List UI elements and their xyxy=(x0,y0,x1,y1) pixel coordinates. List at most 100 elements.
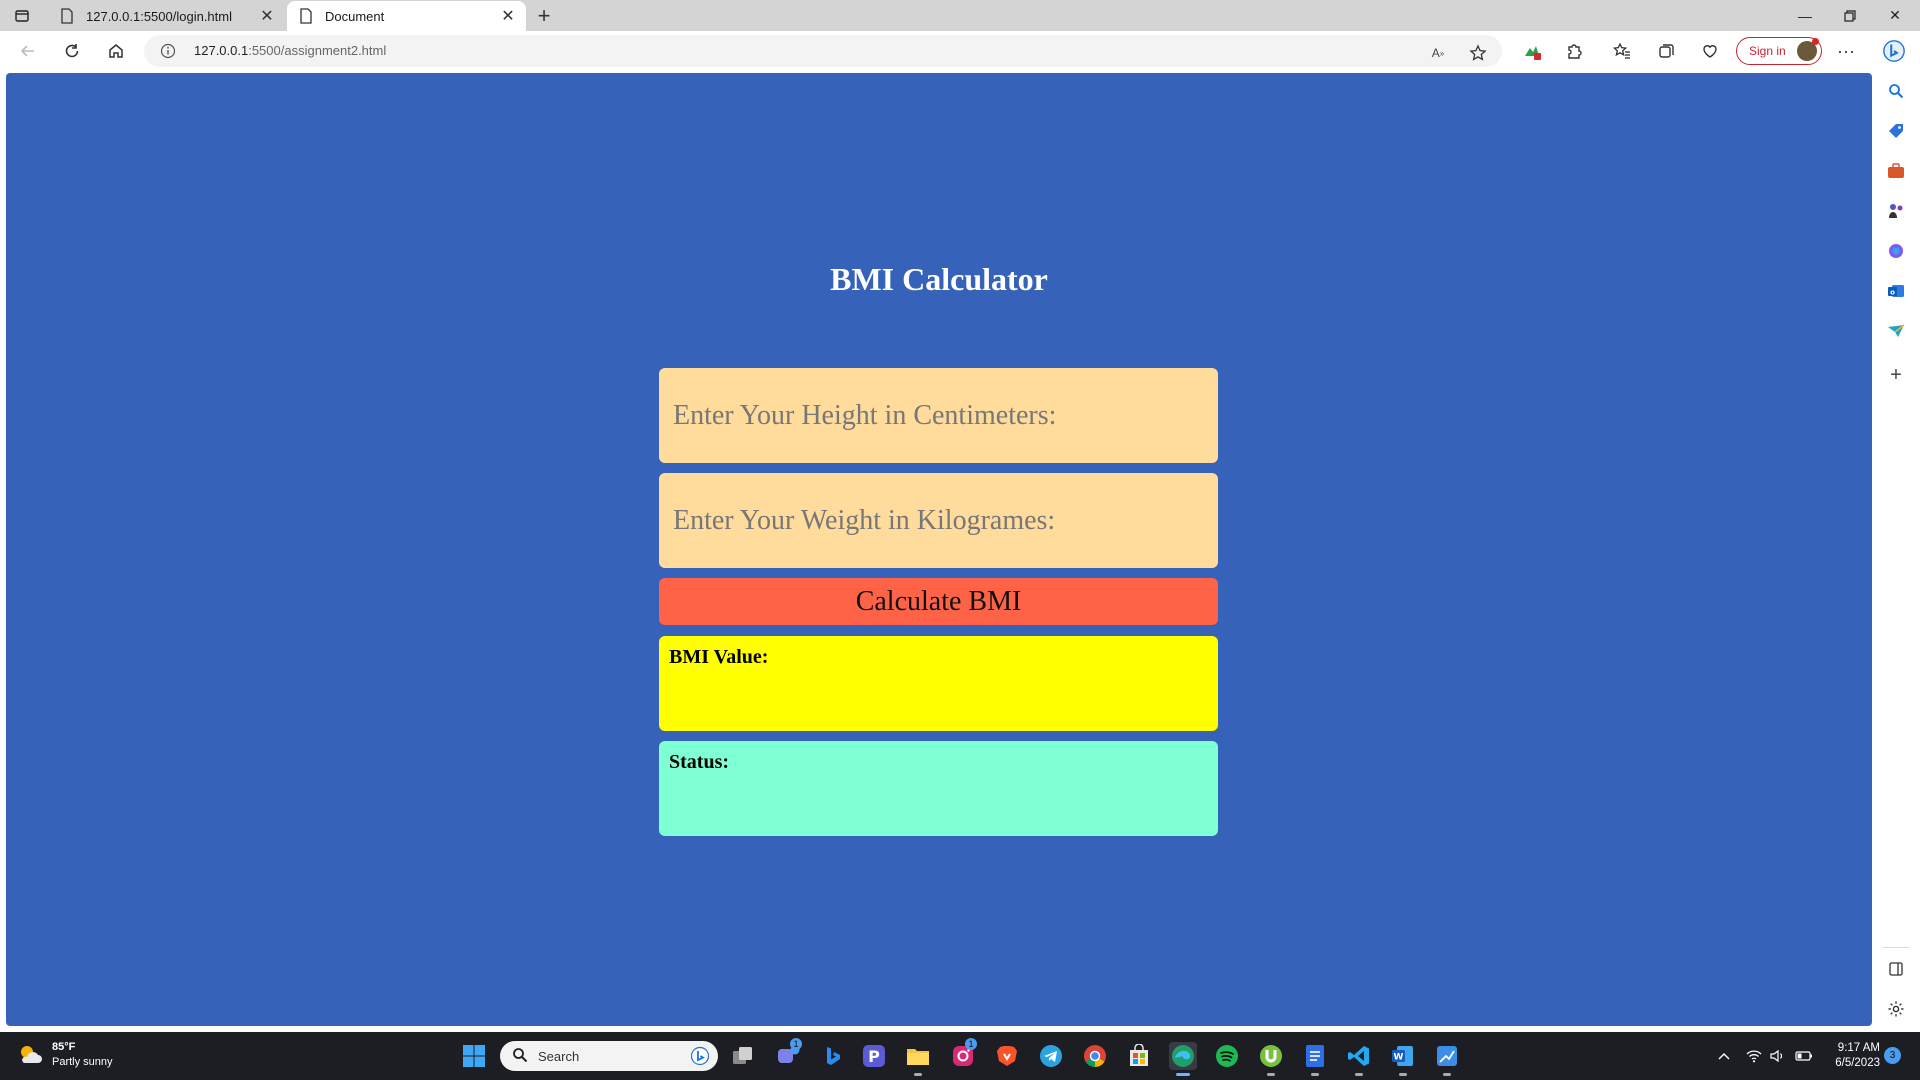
pycharm-app-icon[interactable]: P xyxy=(860,1042,888,1070)
teams-chat-icon[interactable]: 1 xyxy=(774,1038,802,1070)
notification-count-badge[interactable]: 3 xyxy=(1884,1047,1901,1064)
svg-text:W: W xyxy=(1394,1053,1404,1063)
sign-in-button[interactable]: Sign in xyxy=(1736,37,1822,65)
windows-taskbar: 85°F Partly sunny Search 1 P 1 W 9:17 AM… xyxy=(0,1032,1920,1080)
close-icon[interactable]: ✕ xyxy=(500,8,516,25)
restore-button[interactable] xyxy=(1828,0,1872,31)
favorite-star-icon[interactable] xyxy=(1468,43,1488,63)
back-icon[interactable] xyxy=(16,39,40,63)
task-view-icon[interactable] xyxy=(729,1042,757,1070)
teams-badge: 1 xyxy=(790,1038,802,1050)
running-indicator xyxy=(1355,1073,1363,1076)
wifi-icon[interactable] xyxy=(1744,1046,1764,1066)
url-path: :5500/assignment2.html xyxy=(248,43,387,58)
edge-browser-icon[interactable] xyxy=(1169,1042,1197,1076)
paint-app-icon[interactable] xyxy=(1433,1042,1461,1076)
more-menu-icon[interactable]: ··· xyxy=(1834,39,1858,63)
favorites-icon[interactable] xyxy=(1610,39,1634,63)
performance-icon[interactable] xyxy=(1698,39,1722,63)
extension-icon[interactable] xyxy=(1520,39,1544,63)
bmi-value-label: BMI Value: xyxy=(669,646,769,668)
close-icon[interactable]: ✕ xyxy=(259,8,275,25)
url-host: 127.0.0.1 xyxy=(194,43,249,58)
games-icon[interactable] xyxy=(1886,201,1906,221)
vscode-icon[interactable] xyxy=(1345,1042,1373,1076)
sign-in-label: Sign in xyxy=(1749,44,1786,58)
windows-start-icon[interactable] xyxy=(460,1042,488,1070)
weather-temp: 85°F xyxy=(52,1041,76,1053)
brave-browser-icon[interactable] xyxy=(993,1042,1021,1070)
svg-text:o: o xyxy=(1890,289,1895,297)
bing-app-icon[interactable] xyxy=(818,1042,846,1070)
collections-icon[interactable] xyxy=(1654,39,1678,63)
search-icon[interactable] xyxy=(1886,81,1906,101)
address-bar[interactable]: 127.0.0.1:5500/assignment2.html A» xyxy=(144,35,1502,67)
height-input[interactable] xyxy=(659,368,1218,463)
bing-icon xyxy=(690,1046,710,1069)
settings-gear-icon[interactable] xyxy=(1886,999,1906,1019)
running-indicator xyxy=(1311,1073,1319,1076)
running-indicator xyxy=(1267,1073,1275,1076)
show-hidden-icons-chevron-icon[interactable] xyxy=(1714,1046,1734,1066)
telegram-icon[interactable] xyxy=(1037,1042,1065,1070)
clock-time: 9:17 AM xyxy=(1837,1042,1880,1054)
weight-input[interactable] xyxy=(659,473,1218,568)
clock-date: 6/5/2023 xyxy=(1835,1057,1880,1069)
sidebar-divider xyxy=(1882,947,1910,948)
partly-sunny-icon xyxy=(16,1041,44,1069)
read-aloud-icon[interactable]: A» xyxy=(1428,43,1448,63)
system-clock[interactable]: 9:17 AM 6/5/2023 xyxy=(1824,1041,1880,1071)
shopping-tag-icon[interactable] xyxy=(1886,121,1906,141)
taskbar-search[interactable]: Search xyxy=(500,1041,718,1071)
bmi-value-panel: BMI Value: xyxy=(659,636,1218,731)
file-explorer-icon[interactable] xyxy=(904,1042,932,1076)
chrome-icon[interactable] xyxy=(1081,1042,1109,1070)
spotify-icon[interactable] xyxy=(1213,1042,1241,1070)
page-viewport: BMI Calculator Calculate BMI BMI Value: … xyxy=(6,73,1872,1026)
new-tab-button[interactable]: + xyxy=(532,3,556,28)
search-icon xyxy=(512,1047,528,1066)
weather-widget[interactable]: 85°F Partly sunny xyxy=(16,1040,113,1070)
refresh-icon[interactable] xyxy=(60,39,84,63)
instagram-icon[interactable]: 1 xyxy=(949,1038,977,1070)
tab-title: Document xyxy=(325,8,385,24)
docs-app-icon[interactable] xyxy=(1301,1042,1329,1076)
outlook-icon[interactable]: o xyxy=(1886,281,1906,301)
minimize-button[interactable]: — xyxy=(1783,0,1827,31)
svg-text:P: P xyxy=(868,1047,880,1066)
battery-icon[interactable] xyxy=(1794,1046,1814,1066)
tools-briefcase-icon[interactable] xyxy=(1886,161,1906,181)
status-panel: Status: xyxy=(659,741,1218,836)
weather-desc: Partly sunny xyxy=(52,1056,113,1068)
microsoft-365-icon[interactable] xyxy=(1886,241,1906,261)
word-icon[interactable]: W xyxy=(1389,1042,1417,1076)
status-label: Status: xyxy=(669,751,730,773)
tab-login[interactable]: 127.0.0.1:5500/login.html ✕ xyxy=(48,1,285,31)
search-placeholder: Search xyxy=(538,1048,580,1064)
home-icon[interactable] xyxy=(104,39,128,63)
tab-document[interactable]: Document ✕ xyxy=(287,1,526,31)
info-icon[interactable] xyxy=(160,43,176,59)
close-window-button[interactable]: ✕ xyxy=(1873,0,1917,31)
instagram-badge: 1 xyxy=(965,1038,977,1050)
page-title: BMI Calculator xyxy=(830,261,1048,297)
page-icon xyxy=(60,8,74,24)
microsoft-store-icon[interactable] xyxy=(1125,1042,1153,1070)
browser-toolbar: 127.0.0.1:5500/assignment2.html A» Sign … xyxy=(0,31,1920,71)
utorrent-icon[interactable] xyxy=(1257,1042,1285,1076)
volume-icon[interactable] xyxy=(1768,1046,1788,1066)
running-indicator xyxy=(1176,1073,1190,1076)
url-text: 127.0.0.1:5500/assignment2.html xyxy=(194,43,386,58)
tab-actions-icon[interactable] xyxy=(13,7,31,25)
running-indicator xyxy=(1443,1073,1451,1076)
extensions-puzzle-icon[interactable] xyxy=(1562,39,1586,63)
drop-send-icon[interactable] xyxy=(1886,321,1906,341)
notification-dot xyxy=(1812,38,1819,45)
add-sidebar-app-icon[interactable]: + xyxy=(1886,364,1906,386)
page-icon xyxy=(299,8,313,24)
bing-copilot-icon[interactable] xyxy=(1882,39,1906,63)
running-indicator xyxy=(1399,1073,1407,1076)
hide-sidebar-icon[interactable] xyxy=(1886,959,1906,979)
tab-title: 127.0.0.1:5500/login.html xyxy=(86,8,232,24)
calculate-bmi-button[interactable]: Calculate BMI xyxy=(659,578,1218,625)
